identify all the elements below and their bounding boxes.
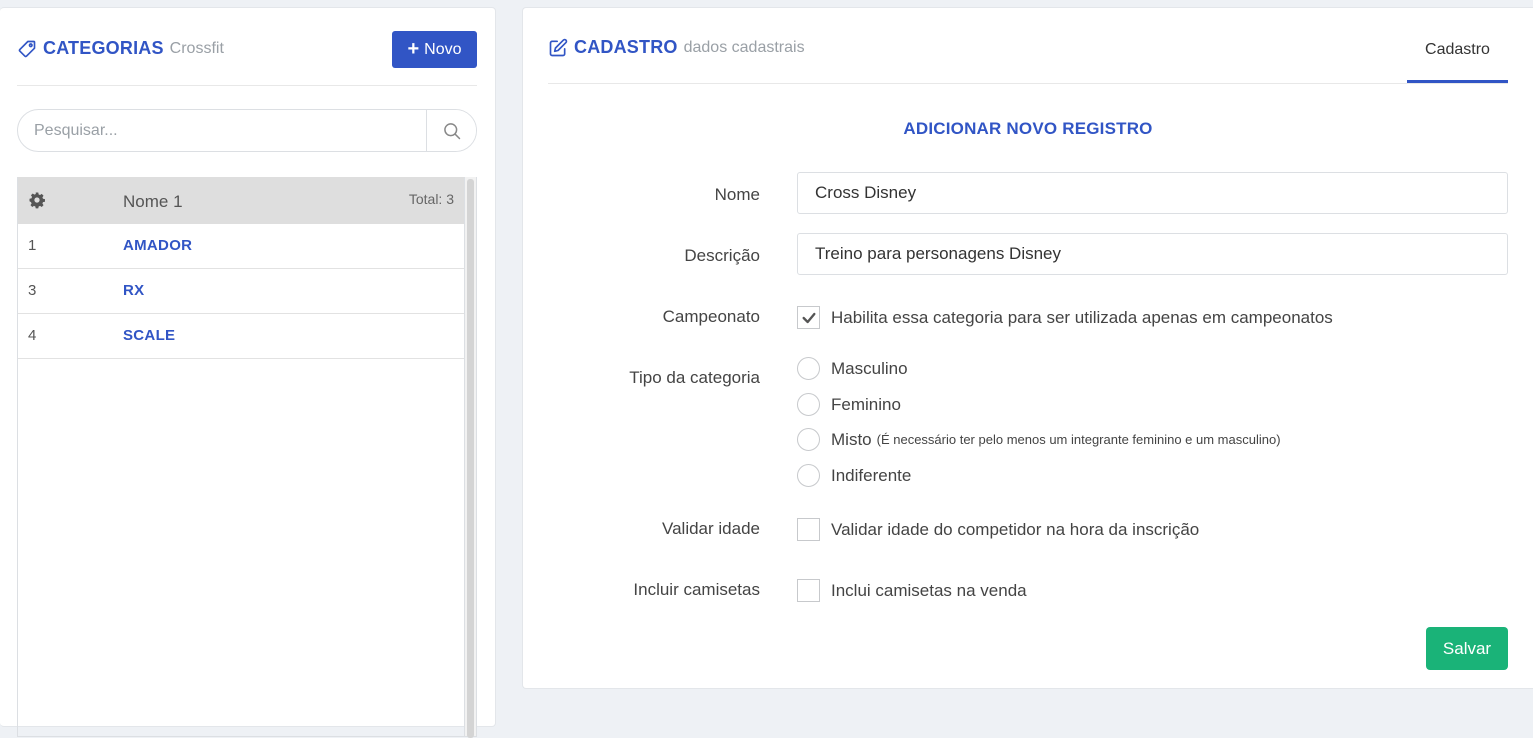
feminino-radio[interactable] (797, 393, 820, 416)
campeonato-checkbox[interactable] (797, 306, 820, 329)
table-row[interactable]: 4 SCALE (18, 314, 464, 359)
row-id: 4 (28, 327, 37, 344)
save-button[interactable]: Salvar (1426, 627, 1508, 670)
list-header: Nome 1 Total: 3 (18, 177, 464, 224)
table-row[interactable]: 1 AMADOR (18, 224, 464, 269)
validar-idade-checkbox[interactable] (797, 518, 820, 541)
camisetas-checkbox[interactable] (797, 579, 820, 602)
validar-idade-text: Validar idade do competidor na hora da i… (831, 519, 1200, 539)
row-name[interactable]: AMADOR (123, 237, 192, 254)
checkmark-icon (802, 312, 815, 323)
row-name[interactable]: SCALE (123, 327, 175, 344)
form-title: ADICIONAR NOVO REGISTRO (903, 119, 1153, 138)
radio-option-masculino[interactable]: Masculino (797, 357, 908, 380)
row-name[interactable]: RX (123, 282, 144, 299)
categories-title-text: CATEGORIAS (43, 38, 164, 58)
radio-option-feminino[interactable]: Feminino (797, 393, 901, 416)
search-icon (442, 121, 462, 141)
indiferente-radio[interactable] (797, 464, 820, 487)
tag-icon (17, 39, 37, 59)
registration-panel: CADASTRO dados cadastrais Cadastro ADICI… (522, 7, 1533, 689)
tab-cadastro[interactable]: Cadastro (1407, 36, 1508, 83)
descricao-label: Descrição (684, 246, 760, 265)
feminino-text: Feminino (831, 394, 901, 414)
registration-title-text: CADASTRO (574, 37, 678, 57)
camisetas-option[interactable]: Inclui camisetas na venda (797, 579, 1027, 602)
registration-subtitle: dados cadastrais (683, 38, 805, 56)
campeonato-text: Habilita essa categoria para ser utiliza… (831, 307, 1333, 327)
categories-list: Nome 1 Total: 3 1 AMADOR 3 RX 4 SCALE (17, 177, 477, 738)
radio-option-misto[interactable]: Misto (É necessário ter pelo menos um in… (797, 428, 1281, 451)
cog-icon[interactable] (28, 191, 46, 209)
row-id: 3 (28, 282, 37, 299)
table-row[interactable]: 3 RX (18, 269, 464, 314)
misto-text: Misto (831, 429, 872, 449)
nome-field[interactable] (797, 172, 1508, 214)
validar-idade-label: Validar idade (662, 519, 760, 538)
list-scrollbar[interactable] (464, 177, 476, 738)
categories-header: CATEGORIAS Crossfit + Novo (17, 30, 477, 86)
new-category-button[interactable]: + Novo (392, 31, 477, 68)
search-button[interactable] (426, 110, 476, 151)
indiferente-text: Indiferente (831, 465, 912, 485)
misto-note: (É necessário ter pelo menos um integran… (876, 432, 1281, 447)
camisetas-text: Inclui camisetas na venda (831, 580, 1027, 600)
row-id: 1 (28, 237, 37, 254)
registration-title: CADASTRO dados cadastrais (548, 37, 805, 58)
name-column-header[interactable]: Nome 1 (123, 192, 183, 212)
scrollbar-thumb[interactable] (467, 179, 474, 738)
search-input[interactable] (18, 110, 426, 151)
validar-idade-option[interactable]: Validar idade do competidor na hora da i… (797, 518, 1199, 541)
descricao-field[interactable] (797, 233, 1508, 275)
camisetas-label: Incluir camisetas (633, 580, 760, 599)
tipo-label: Tipo da categoria (629, 368, 760, 387)
categories-subtitle: Crossfit (169, 39, 224, 57)
plus-icon: + (407, 37, 420, 60)
categories-panel: CATEGORIAS Crossfit + Novo Nome 1 T (0, 7, 496, 738)
total-count: Total: 3 (408, 191, 454, 207)
radio-option-indiferente[interactable]: Indiferente (797, 464, 911, 487)
nome-label: Nome (714, 185, 760, 204)
campeonato-option[interactable]: Habilita essa categoria para ser utiliza… (797, 306, 1333, 329)
registration-header: CADASTRO dados cadastrais Cadastro (548, 8, 1508, 84)
edit-icon (548, 38, 568, 58)
search-box (17, 109, 477, 152)
new-category-label: Novo (424, 40, 462, 58)
misto-radio[interactable] (797, 428, 820, 451)
masculino-text: Masculino (831, 358, 908, 378)
categories-title: CATEGORIAS Crossfit (17, 38, 224, 59)
masculino-radio[interactable] (797, 357, 820, 380)
campeonato-label: Campeonato (662, 307, 760, 326)
